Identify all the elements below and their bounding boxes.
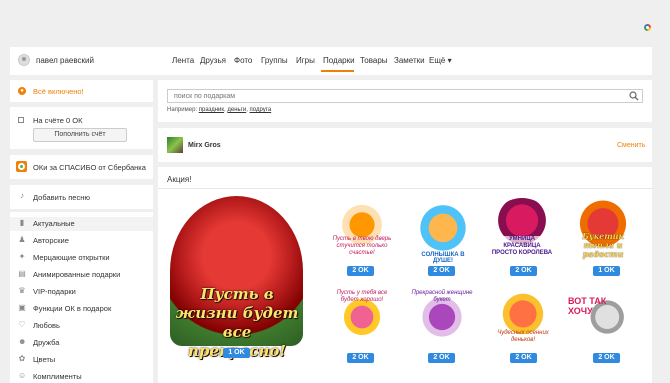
gift-4-price[interactable]: 1 OK [593,266,620,276]
nav-feed[interactable]: Лента [172,56,194,65]
nav-friends[interactable]: Друзья [200,56,226,65]
gift-4-caption: Букетик тепла и радости [582,231,624,259]
add-song-link[interactable]: Добавить песню [33,193,90,202]
search-icon[interactable] [629,91,639,101]
nav-goods[interactable]: Товары [360,56,388,65]
category-flicker[interactable]: Мерцающие открытки [33,253,110,262]
category-friendship[interactable]: Дружба [33,338,59,347]
category-compliments[interactable]: Комплименты [33,372,82,381]
gift-8-price[interactable]: 2 OK [593,353,620,363]
recipient-name[interactable]: Mirx Gros [188,142,221,149]
gift-2-caption: СОЛНЫШКА В ДУШЕ! [421,252,465,264]
category-author[interactable]: Авторские [33,236,69,245]
category-actual[interactable]: Актуальные [33,219,75,228]
nav-games[interactable]: Игры [296,56,315,65]
sber-link[interactable]: ОКи за СПАСИБО от Сбербанка [33,163,146,172]
nav-notes[interactable]: Заметки [394,56,425,65]
gift-8-caption: ВОТ ТАК ХОЧУ [568,296,607,316]
bolt-icon: ▮ [19,218,25,227]
category-flowers[interactable]: Цветы [33,355,55,364]
examples-prefix: Например: [167,107,198,113]
nav-gifts[interactable]: Подарки [323,56,355,65]
gift-5-caption: Пусть у тебя все будет хорошо! [336,290,388,303]
flower-icon: ✿ [18,354,26,363]
recipient-avatar[interactable] [167,137,183,153]
example-money[interactable]: деньги [227,107,246,113]
film-icon: ▤ [18,269,26,278]
gift-2-price[interactable]: 2 OK [428,266,455,276]
example-girlfriend[interactable]: подруга [250,107,272,113]
change-recipient-link[interactable]: Сменить [617,142,645,149]
promo-title: Акция! [167,175,192,184]
compliment-icon: ☺ [18,371,27,380]
gift-6-price[interactable]: 2 OK [428,353,455,363]
ok-logo-icon[interactable] [644,24,651,31]
gift-1-caption: Пусть в твою дверь стучится только счаст… [332,236,392,256]
friends-icon: ☻ [18,337,27,346]
example-holiday[interactable]: праздник [199,107,224,113]
nav-more[interactable]: Ещё ▾ [429,56,452,65]
active-category-highlight [10,217,153,231]
music-note-icon: ♪ [20,191,24,200]
nav-groups[interactable]: Группы [261,56,288,65]
category-animated[interactable]: Анимированные подарки [33,270,120,279]
category-vip[interactable]: VIP-подарки [33,287,76,296]
category-functions[interactable]: Функции ОК в подарок [33,304,111,313]
gift-7-caption: Чудесных осенних деньков! [497,330,549,343]
recipient-panel [158,128,652,162]
gift-box-icon: ▣ [18,303,26,312]
gift-3-caption: УМНИЦА КРАСАВИЦА ПРОСТО КОРОЛЕВА [490,236,554,257]
ok-spasibo-icon [16,161,27,172]
gift-1-price[interactable]: 2 OK [347,266,374,276]
search-input[interactable] [167,89,643,103]
sparkle-icon: ✦ [18,252,26,261]
all-included-link[interactable]: Всё включено! [33,87,84,96]
crown-icon: ♛ [18,286,26,295]
ok-coin-icon: ● [18,87,26,95]
author-icon: ♟ [18,235,26,244]
gift-7-price[interactable]: 2 OK [510,353,537,363]
wallet-icon [18,117,24,123]
category-love[interactable]: Любовь [33,321,60,330]
topup-button[interactable]: Пополнить счёт [33,128,127,142]
search-examples: Например: праздник, деньги, подруга [167,107,272,113]
gift-3-price[interactable]: 2 OK [510,266,537,276]
avatar[interactable] [18,54,30,66]
gift-5-price[interactable]: 2 OK [347,353,374,363]
balance-label: На счёте 0 ОК [33,116,83,125]
user-name[interactable]: павел раевский [36,56,94,65]
big-gift-price[interactable]: 1 OK [223,348,250,358]
heart-icon: ♡ [18,320,26,329]
nav-active-indicator [321,70,354,72]
gift-6-caption: Прекрасной женщине букет [411,290,473,303]
nav-photos[interactable]: Фото [234,56,252,65]
promo-divider [158,188,652,189]
categories-panel [10,212,153,383]
